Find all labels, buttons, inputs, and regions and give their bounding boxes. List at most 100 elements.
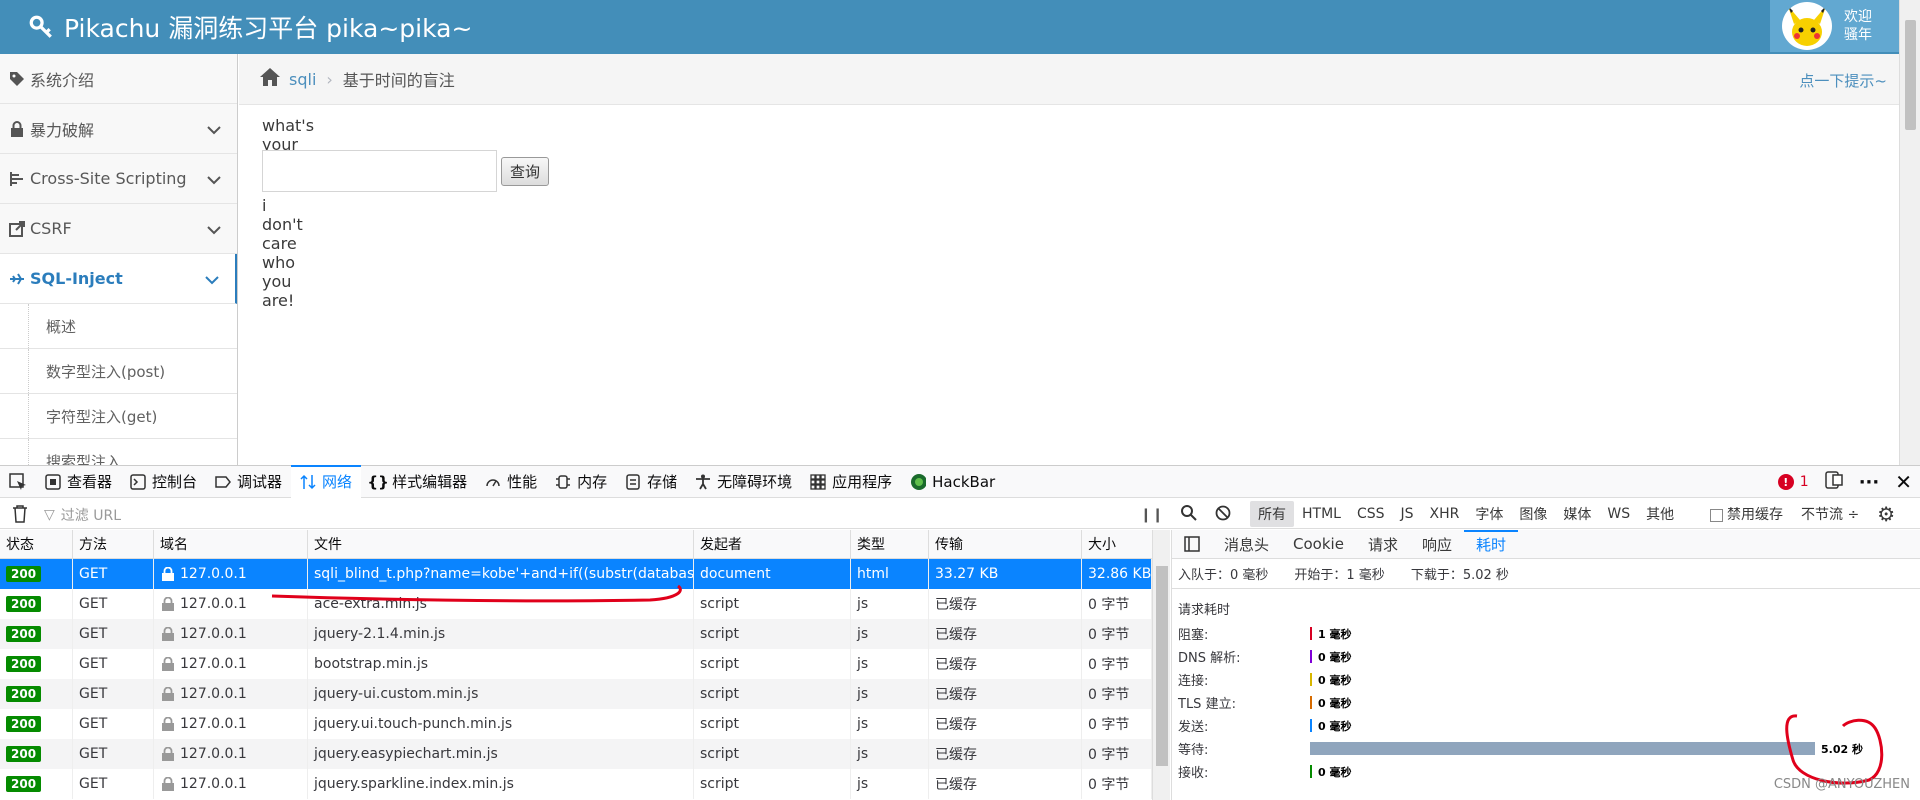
username-input[interactable] (262, 150, 497, 192)
search-icon[interactable] (1181, 505, 1198, 525)
network-table: 状态 方法 域名 文件 发起者 类型 传输 大小 200 GET 127.0.0.1… (0, 530, 1152, 800)
sidebar-subitem-numeric-post[interactable]: 数字型注入(post) (0, 349, 237, 394)
table-scrollbar[interactable] (1152, 530, 1170, 800)
filter-html[interactable]: HTML (1294, 503, 1349, 525)
app-title: Pikachu 漏洞练习平台 pika~pika~ (64, 14, 473, 43)
tab-inspector[interactable]: 查看器 (36, 466, 121, 498)
tab-label: 调试器 (237, 473, 283, 491)
page-scrollbar[interactable] (1899, 0, 1920, 465)
table-row[interactable]: 200 GET 127.0.0.1 jquery.sparkline.index.mi… (0, 769, 1152, 799)
column-header[interactable]: 发起者 (694, 530, 851, 558)
table-row[interactable]: 200 GET 127.0.0.1 jquery.easypiechart.min.j… (0, 739, 1152, 769)
tab-storage[interactable]: 存储 (616, 466, 686, 498)
column-header[interactable]: 文件 (308, 530, 694, 558)
tab-console[interactable]: 控制台 (121, 466, 206, 498)
tab-network[interactable]: 网络 (291, 464, 362, 498)
user-menu[interactable]: 欢迎 骚年 (1770, 0, 1902, 52)
column-header[interactable]: 方法 (73, 530, 154, 558)
sidebar-toggle-icon[interactable] (1172, 530, 1212, 559)
filter-fonts[interactable]: 字体 (1467, 501, 1511, 527)
timing-value: 0 毫秒 (1318, 697, 1352, 710)
tab-performance[interactable]: 性能 (476, 466, 546, 498)
tab-style-editor[interactable]: {} 样式编辑器 (361, 466, 476, 498)
transfer-cell: 已缓存 (929, 709, 1082, 739)
filter-images[interactable]: 图像 (1511, 501, 1555, 527)
sidebar-subitem-search[interactable]: 搜索型注入 (0, 439, 237, 465)
tab-headers[interactable]: 消息头 (1212, 530, 1281, 559)
status-badge: 200 (6, 656, 42, 672)
sidebar-subitem-string-get[interactable]: 字符型注入(get) (0, 394, 237, 439)
sidebar-item-xss[interactable]: Cross-Site Scripting (0, 154, 237, 204)
domain-cell: 127.0.0.1 (154, 709, 308, 739)
column-header[interactable]: 类型 (851, 530, 929, 558)
tab-memory[interactable]: 内存 (546, 466, 616, 498)
brand[interactable]: Pikachu 漏洞练习平台 pika~pika~ (28, 9, 472, 45)
size-cell: 0 字节 (1082, 649, 1152, 679)
sidebar-item-intro[interactable]: 系统介绍 (0, 54, 237, 104)
block-icon[interactable] (1215, 505, 1231, 525)
filter-url[interactable]: ▽ 过滤 URL (44, 505, 121, 525)
table-row[interactable]: 200 GET 127.0.0.1 bootstrap.min.js script js 已… (0, 649, 1152, 679)
tab-label: 应用程序 (832, 473, 893, 491)
column-header[interactable]: 状态 (0, 530, 73, 558)
disable-cache-checkbox[interactable]: 禁用缓存 (1710, 504, 1783, 524)
error-count[interactable]: ! 1 (1777, 474, 1809, 490)
sidebar-item-label: 系统介绍 (30, 70, 95, 90)
file-cell: jquery-ui.custom.min.js (308, 679, 694, 709)
gear-icon[interactable]: ⚙ (1877, 502, 1895, 526)
timing-value: 0 毫秒 (1318, 651, 1352, 664)
tab-accessibility[interactable]: 无障碍环境 (686, 466, 801, 498)
timing-bar (1310, 742, 1815, 755)
table-row[interactable]: 200 GET 127.0.0.1 ace-extra.min.js script js 已… (0, 589, 1152, 619)
accessibility-icon (695, 474, 711, 490)
throttle-select[interactable]: 不节流 ÷ (1801, 504, 1859, 524)
tab-cookies[interactable]: Cookie (1281, 530, 1356, 559)
username: 骚年 (1844, 27, 1872, 43)
column-header[interactable]: 大小 (1082, 530, 1152, 558)
tab-response[interactable]: 响应 (1410, 530, 1464, 559)
timing-row: 阻塞: 1 毫秒 (1172, 622, 1920, 645)
console-icon (130, 473, 146, 490)
timing-value: 0 毫秒 (1318, 674, 1352, 687)
sidebar-subitem-overview[interactable]: 概述 (0, 304, 237, 349)
close-icon[interactable]: ✕ (1895, 470, 1912, 494)
tab-timings[interactable]: 耗时 (1463, 529, 1518, 559)
more-options-icon[interactable]: ··· (1859, 472, 1880, 493)
sidebar-item-csrf[interactable]: CSRF (0, 204, 237, 254)
filter-all[interactable]: 所有 (1250, 501, 1294, 527)
tab-hackbar[interactable]: HackBar (901, 466, 1004, 498)
element-picker-icon[interactable] (0, 466, 36, 498)
tab-application[interactable]: 应用程序 (801, 466, 901, 498)
transfer-cell: 33.27 KB (929, 559, 1082, 589)
chip-icon (555, 474, 571, 490)
tab-request[interactable]: 请求 (1356, 530, 1410, 559)
column-header[interactable]: 域名 (154, 530, 308, 558)
trash-icon[interactable] (12, 505, 28, 527)
sidebar-item-sql-inject[interactable]: SQL-Inject (0, 254, 237, 304)
file-cell: bootstrap.min.js (308, 649, 694, 679)
filter-icon: ▽ (44, 507, 55, 523)
hint-link[interactable]: 点一下提示~ (1799, 70, 1887, 91)
table-row[interactable]: 200 GET 127.0.0.1 jquery-2.1.4.min.js script… (0, 619, 1152, 649)
filter-css[interactable]: CSS (1349, 503, 1393, 525)
filter-xhr[interactable]: XHR (1422, 503, 1468, 525)
hackbar-icon (910, 473, 927, 490)
tab-debugger[interactable]: 调试器 (206, 466, 291, 498)
filter-other[interactable]: 其他 (1638, 501, 1682, 527)
column-header[interactable]: 传输 (929, 530, 1082, 558)
dock-icon[interactable] (1824, 471, 1843, 493)
pause-icon[interactable]: ❙❙ (1140, 507, 1163, 523)
welcome-text: 欢迎 (1844, 9, 1872, 25)
filter-media[interactable]: 媒体 (1555, 501, 1599, 527)
filter-js[interactable]: JS (1393, 503, 1422, 525)
filter-placeholder: 过滤 URL (60, 508, 122, 524)
query-button[interactable]: 查询 (501, 157, 549, 186)
table-row[interactable]: 200 GET 127.0.0.1 sqli_blind_t.php?name=kob… (0, 559, 1152, 589)
home-icon[interactable] (259, 67, 281, 91)
filter-ws[interactable]: WS (1599, 503, 1638, 525)
breadcrumb-link-sqli[interactable]: sqli (289, 70, 316, 89)
table-row[interactable]: 200 GET 127.0.0.1 jquery.ui.touch-punch.min… (0, 709, 1152, 739)
domain-text: 127.0.0.1 (180, 716, 247, 732)
sidebar-item-brute-force[interactable]: 暴力破解 (0, 104, 237, 154)
table-row[interactable]: 200 GET 127.0.0.1 jquery-ui.custom.min.js sc… (0, 679, 1152, 709)
